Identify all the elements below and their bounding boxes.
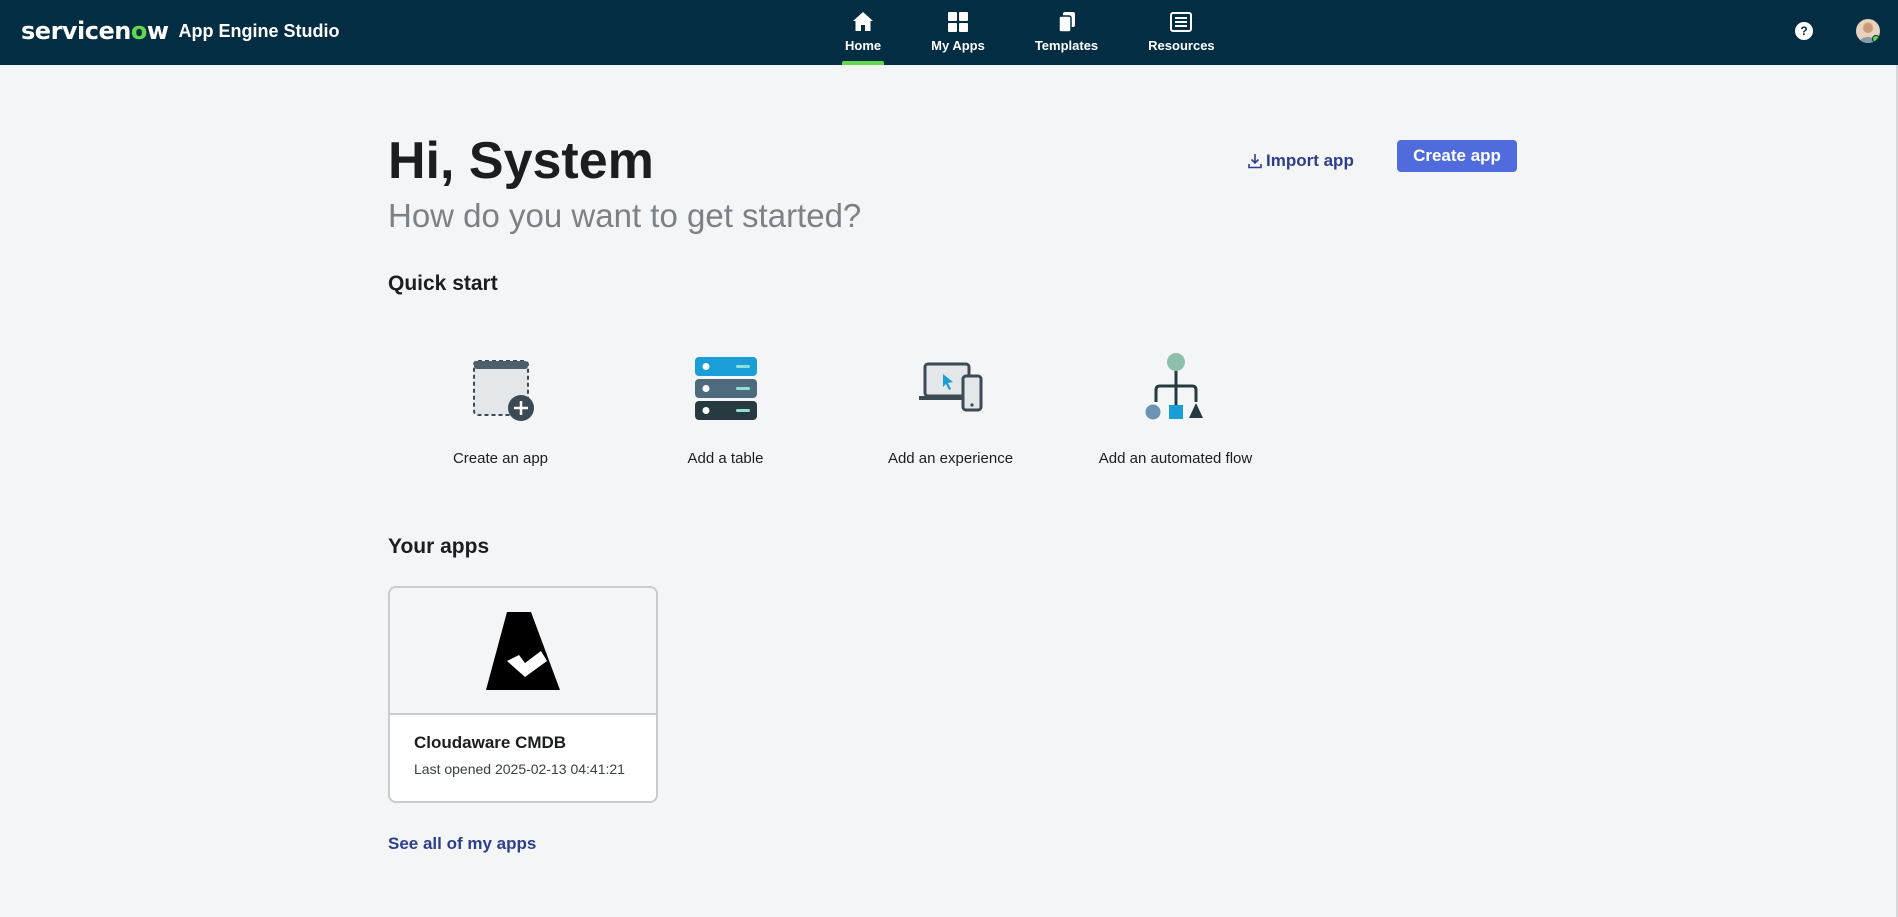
see-all-apps-link[interactable]: See all of my apps [388, 834, 536, 854]
nav-resources[interactable]: Resources [1123, 0, 1239, 65]
table-icon [694, 357, 757, 420]
import-app-label: Import app [1266, 151, 1354, 170]
create-app-button[interactable]: Create app [1397, 140, 1517, 172]
quick-start-add-table-label: Add a table [687, 450, 764, 467]
import-app-button[interactable]: Import app [1248, 145, 1354, 177]
servicenow-logo: servicenow [21, 17, 169, 45]
experience-icon [918, 362, 982, 412]
app-name: Cloudaware CMDB [414, 733, 567, 752]
main-nav: Home My Apps Templates Resources [820, 0, 1240, 65]
help-icon[interactable]: ? [1795, 22, 1813, 40]
quick-start-add-flow[interactable]: Add an automated flow [1063, 348, 1288, 478]
quick-start-title: Quick start [388, 272, 498, 295]
flow-icon [1145, 353, 1203, 420]
templates-icon [1057, 12, 1075, 33]
brand[interactable]: servicenow App Engine Studio [21, 14, 340, 48]
resources-icon [1170, 12, 1193, 32]
nav-home[interactable]: Home [820, 0, 906, 65]
cloudaware-logo [486, 611, 560, 690]
your-apps-title: Your apps [388, 535, 490, 558]
download-icon [1248, 154, 1262, 169]
quick-start-create-app-label: Create an app [452, 450, 549, 467]
presence-indicator [1872, 35, 1880, 43]
avatar[interactable] [1856, 19, 1880, 43]
top-bar: servicenow App Engine Studio Home My App… [0, 0, 1898, 65]
app-last-opened: Last opened 2025-02-13 04:41:21 [414, 761, 625, 777]
create-app-icon [472, 360, 534, 421]
app-title: App Engine Studio [178, 20, 340, 41]
quick-start-add-experience-label: Add an experience [887, 450, 1014, 467]
nav-resources-label: Resources [1148, 38, 1215, 53]
quick-start-list: Create an app Add a table Add an experie… [388, 348, 1288, 478]
quick-start-add-experience[interactable]: Add an experience [838, 348, 1063, 478]
page-title: Hi, System [388, 132, 654, 190]
nav-my-apps-label: My Apps [931, 38, 985, 53]
quick-start-create-app[interactable]: Create an app [388, 348, 613, 478]
quick-start-add-table[interactable]: Add a table [613, 348, 838, 478]
nav-templates[interactable]: Templates [1010, 0, 1123, 65]
nav-my-apps[interactable]: My Apps [906, 0, 1010, 65]
nav-home-label: Home [845, 38, 882, 53]
nav-templates-label: Templates [1034, 38, 1099, 53]
page-subtitle: How do you want to get started? [388, 197, 862, 234]
quick-start-add-flow-label: Add an automated flow [1098, 450, 1253, 467]
app-card[interactable]: Cloudaware CMDB Last opened 2025-02-13 0… [388, 586, 658, 803]
home-icon [853, 12, 874, 31]
app-thumbnail [390, 588, 656, 715]
grid-icon [947, 12, 968, 32]
